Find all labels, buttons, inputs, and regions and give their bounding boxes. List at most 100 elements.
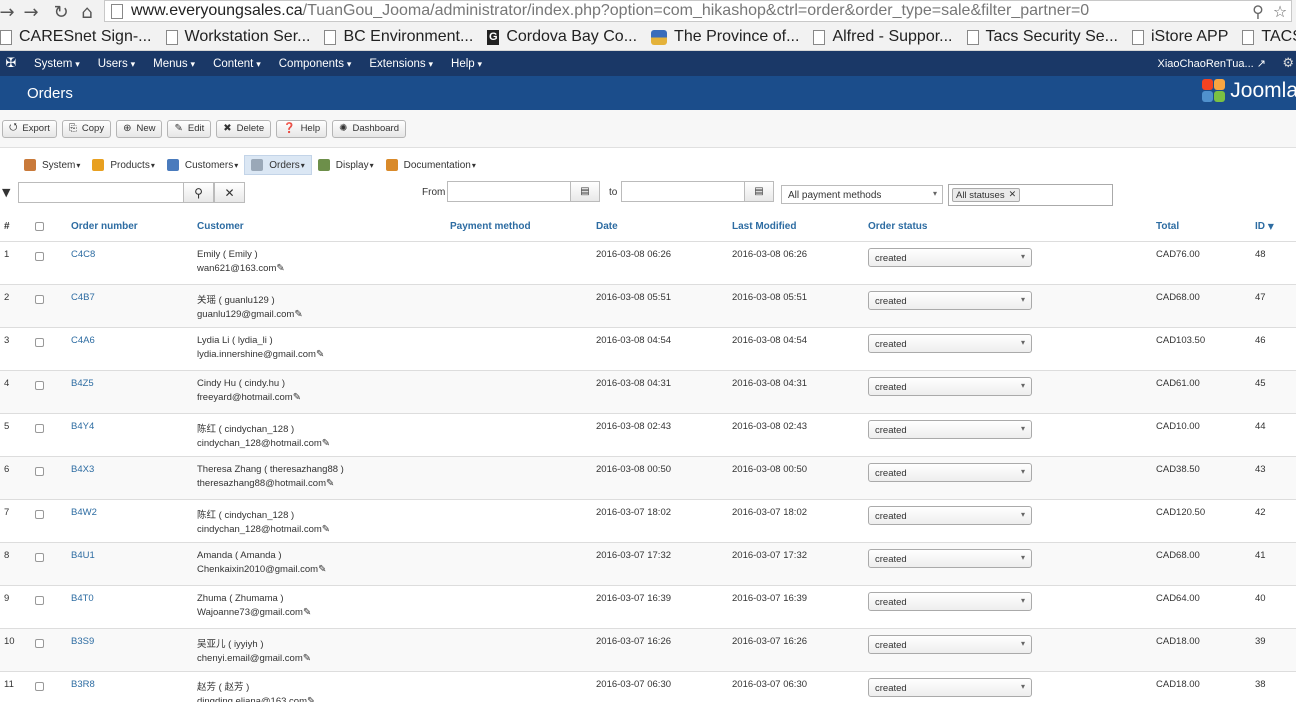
edit-pencil-icon[interactable]: ✎ <box>303 607 311 618</box>
reload-icon[interactable]: ↻ <box>50 1 72 23</box>
remove-chip-icon[interactable]: ✕ <box>1009 190 1017 200</box>
bookmark-item[interactable]: Alfred - Suppor... <box>813 28 953 46</box>
select-all-checkbox[interactable] <box>35 222 44 232</box>
edit-pencil-icon[interactable]: ✎ <box>303 653 311 664</box>
col-select-all[interactable] <box>35 213 71 242</box>
col-customer[interactable]: Customer <box>197 213 450 242</box>
order-status-select[interactable]: created <box>868 677 1032 697</box>
gear-icon[interactable]: ⚙ <box>1282 56 1294 71</box>
order-number-link[interactable]: C4B7 <box>71 292 95 303</box>
bookmark-item[interactable]: BC Environment... <box>324 28 473 46</box>
col-last-modified[interactable]: Last Modified <box>732 213 868 242</box>
row-checkbox[interactable] <box>35 423 44 433</box>
order-number-link[interactable]: B4T0 <box>71 593 94 604</box>
delete-button[interactable]: ✖ Delete <box>216 119 272 138</box>
row-checkbox[interactable] <box>35 380 44 390</box>
hika-menu-customers[interactable]: Customers <box>161 155 244 175</box>
order-status-select[interactable]: created <box>868 419 1032 439</box>
col-payment-method[interactable]: Payment method <box>450 213 596 242</box>
edit-pencil-icon[interactable]: ✎ <box>326 478 334 489</box>
admin-menu-menus[interactable]: Menus <box>144 58 204 70</box>
order-status-select[interactable]: created <box>868 505 1032 525</box>
search-button[interactable]: ⚲ <box>183 182 214 203</box>
row-checkbox[interactable] <box>35 509 44 519</box>
admin-menu-components[interactable]: Components <box>270 58 361 70</box>
admin-menu-content[interactable]: Content <box>204 58 270 70</box>
zoom-icon[interactable]: ⚲ <box>1247 2 1269 21</box>
admin-menu-system[interactable]: System <box>25 58 89 70</box>
address-bar[interactable]: www.everyoungsales.ca/TuanGou_Jooma/admi… <box>104 0 1292 22</box>
clear-search-button[interactable]: ✕ <box>214 182 245 203</box>
to-calendar-button[interactable]: ▤ <box>744 181 774 202</box>
order-status-select[interactable]: created <box>868 634 1032 654</box>
edit-pencil-icon[interactable]: ✎ <box>316 349 324 360</box>
order-number-link[interactable]: C4A6 <box>71 335 95 346</box>
edit-button[interactable]: ✎ Edit <box>167 119 212 138</box>
payment-method-select[interactable]: All payment methods <box>781 185 943 204</box>
col-date[interactable]: Date <box>596 213 732 242</box>
edit-pencil-icon[interactable]: ✎ <box>276 263 284 274</box>
order-status-select[interactable]: created <box>868 290 1032 310</box>
copy-button[interactable]: ⎘ Copy <box>61 119 112 138</box>
export-button[interactable]: ⭯ Export <box>2 119 57 138</box>
row-checkbox[interactable] <box>35 251 44 261</box>
new-button[interactable]: ⊕ New <box>116 119 163 138</box>
from-calendar-button[interactable]: ▤ <box>570 181 600 202</box>
search-input[interactable] <box>18 182 184 203</box>
order-number-link[interactable]: C4C8 <box>71 249 95 260</box>
back-icon[interactable]: → <box>0 1 15 23</box>
from-date-input[interactable] <box>447 181 571 202</box>
order-number-link[interactable]: B4Z5 <box>71 378 94 389</box>
edit-pencil-icon[interactable]: ✎ <box>322 438 330 449</box>
edit-pencil-icon[interactable]: ✎ <box>318 564 326 575</box>
order-number-link[interactable]: B3R8 <box>71 679 95 690</box>
order-number-link[interactable]: B4W2 <box>71 507 97 518</box>
bookmark-star-icon[interactable]: ☆ <box>1269 2 1291 21</box>
to-date-input[interactable] <box>621 181 745 202</box>
joomla-logo-icon[interactable]: ✠ <box>0 56 22 71</box>
bookmark-item[interactable]: CARESnet Sign-... <box>0 28 152 46</box>
col-id[interactable]: ID ▼ <box>1255 213 1296 242</box>
bookmark-item[interactable]: G Cordova Bay Co... <box>487 28 637 46</box>
edit-pencil-icon[interactable]: ✎ <box>307 696 315 702</box>
admin-menu-extensions[interactable]: Extensions <box>360 58 442 70</box>
order-status-select[interactable]: created <box>868 591 1032 611</box>
order-number-link[interactable]: B4Y4 <box>71 421 94 432</box>
row-checkbox[interactable] <box>35 466 44 476</box>
status-filter-input[interactable]: All statuses ✕ <box>948 184 1113 206</box>
col-total[interactable]: Total <box>1156 213 1255 242</box>
bookmark-item[interactable]: TACS Security U... <box>1242 28 1296 46</box>
bookmark-item[interactable]: iStore APP <box>1132 28 1228 46</box>
col-order-number[interactable]: Order number <box>71 213 197 242</box>
hika-menu-documentation[interactable]: Documentation <box>380 155 482 175</box>
hika-menu-orders[interactable]: Orders <box>244 155 312 175</box>
bookmark-item[interactable]: Workstation Ser... <box>165 28 310 46</box>
admin-menu-users[interactable]: Users <box>89 58 144 70</box>
row-checkbox[interactable] <box>35 681 44 691</box>
row-checkbox[interactable] <box>35 638 44 648</box>
row-checkbox[interactable] <box>35 552 44 562</box>
order-status-select[interactable]: created <box>868 333 1032 353</box>
order-number-link[interactable]: B4X3 <box>71 464 94 475</box>
bookmark-item[interactable]: Tacs Security Se... <box>966 28 1118 46</box>
edit-pencil-icon[interactable]: ✎ <box>294 309 302 320</box>
order-number-link[interactable]: B3S9 <box>71 636 94 647</box>
edit-pencil-icon[interactable]: ✎ <box>322 524 330 535</box>
edit-pencil-icon[interactable]: ✎ <box>293 392 301 403</box>
help-button[interactable]: ❓ Help <box>276 119 328 138</box>
dashboard-button[interactable]: ✺ Dashboard <box>332 119 406 138</box>
order-status-select[interactable]: created <box>868 376 1032 396</box>
home-icon[interactable]: ⌂ <box>76 1 98 23</box>
forward-icon[interactable]: → <box>20 1 42 23</box>
col-order-status[interactable]: Order status <box>868 213 1156 242</box>
row-checkbox[interactable] <box>35 294 44 304</box>
order-status-select[interactable]: created <box>868 247 1032 267</box>
hika-menu-products[interactable]: Products <box>86 155 160 175</box>
admin-menu-help[interactable]: Help <box>442 58 491 70</box>
order-number-link[interactable]: B4U1 <box>71 550 95 561</box>
order-status-select[interactable]: created <box>868 548 1032 568</box>
order-status-select[interactable]: created <box>868 462 1032 482</box>
hika-menu-system[interactable]: System <box>18 155 86 175</box>
bookmark-item[interactable]: The Province of... <box>651 28 799 46</box>
hika-menu-display[interactable]: Display <box>312 155 380 175</box>
